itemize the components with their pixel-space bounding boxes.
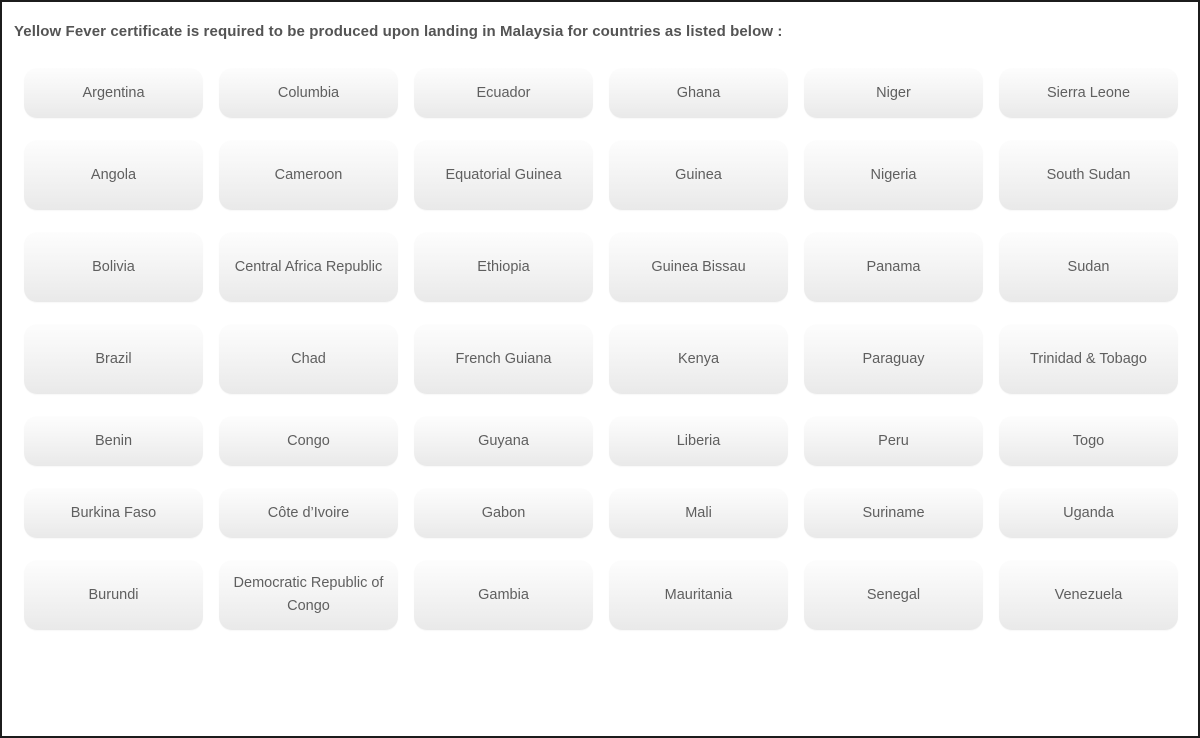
country-chip-label: Ethiopia — [477, 258, 530, 275]
country-chip-label: Côte d’Ivoire — [267, 504, 350, 521]
country-chip[interactable]: Uganda — [999, 488, 1178, 538]
country-chip[interactable]: French Guiana — [414, 324, 593, 394]
page-title: Yellow Fever certificate is required to … — [14, 23, 783, 40]
country-chip[interactable]: Panama — [804, 232, 983, 302]
country-chip-label: Chad — [291, 350, 326, 367]
country-chip[interactable]: Guyana — [414, 416, 593, 466]
country-chip[interactable]: Mali — [609, 488, 788, 538]
country-chip-grid: Argentina Columbia Ecuador Ghana Niger Sierra… — [2, 42, 1198, 652]
country-chip-label: Bolivia — [92, 258, 135, 275]
country-chip[interactable]: Bolivia — [24, 232, 203, 302]
country-chip[interactable]: Senegal — [804, 560, 983, 630]
country-chip-label: Guinea — [675, 166, 722, 183]
country-chip-label: Central Africa Republic — [234, 258, 383, 275]
country-chip-label: Peru — [878, 432, 909, 449]
country-chip[interactable]: Argentina — [24, 68, 203, 118]
country-chip-label: Ecuador — [476, 84, 531, 101]
country-chip-label: Uganda — [1063, 504, 1114, 521]
country-chip-label: Angola — [90, 166, 137, 183]
country-chip[interactable]: Guinea — [609, 140, 788, 210]
country-chip[interactable]: Sierra Leone — [999, 68, 1178, 118]
country-chip-label: Argentina — [82, 84, 145, 101]
country-chip-label: French Guiana — [455, 350, 552, 367]
country-chip-label: Senegal — [866, 586, 921, 603]
country-chip-label: Democratic Republic of Congo — [233, 575, 384, 614]
country-chip-label: Mauritania — [664, 586, 733, 603]
country-chip-label: Paraguay — [862, 350, 925, 367]
country-chip-label: Columbia — [277, 84, 340, 101]
country-chip-label: Guyana — [478, 432, 529, 449]
country-chip[interactable]: Gambia — [414, 560, 593, 630]
country-chip-label: Sierra Leone — [1046, 84, 1131, 101]
country-chip-label: Burundi — [88, 586, 139, 603]
country-chip[interactable]: South Sudan — [999, 140, 1178, 210]
country-chip-label: Ghana — [676, 84, 721, 101]
country-chip-label: Cameroon — [274, 166, 343, 183]
country-chip[interactable]: Togo — [999, 416, 1178, 466]
country-chip[interactable]: Angola — [24, 140, 203, 210]
country-chip[interactable]: Venezuela — [999, 560, 1178, 630]
page-frame: Yellow Fever certificate is required to … — [0, 0, 1200, 738]
country-chip-label: Benin — [94, 432, 133, 449]
country-chip[interactable]: Nigeria — [804, 140, 983, 210]
country-chip[interactable]: Liberia — [609, 416, 788, 466]
country-chip[interactable]: Equatorial Guinea — [414, 140, 593, 210]
country-chip[interactable]: Ecuador — [414, 68, 593, 118]
country-chip-label: Burkina Faso — [70, 504, 157, 521]
country-chip-label: Panama — [866, 258, 921, 275]
country-chip-label: Guinea Bissau — [651, 258, 746, 275]
country-chip[interactable]: Guinea Bissau — [609, 232, 788, 302]
country-chip-label: Togo — [1072, 432, 1105, 449]
country-chip[interactable]: Central Africa Republic — [219, 232, 398, 302]
country-chip-label: Trinidad & Tobago — [1030, 350, 1147, 367]
country-chip[interactable]: Trinidad & Tobago — [999, 324, 1178, 394]
country-chip-label: Gambia — [478, 586, 529, 603]
country-chip[interactable]: Mauritania — [609, 560, 788, 630]
country-chip-label: Congo — [287, 432, 330, 449]
country-chip[interactable]: Gabon — [414, 488, 593, 538]
country-chip-label: Venezuela — [1054, 586, 1123, 603]
country-chip[interactable]: Burundi — [24, 560, 203, 630]
country-chip[interactable]: Kenya — [609, 324, 788, 394]
country-chip[interactable]: Columbia — [219, 68, 398, 118]
country-chip[interactable]: Peru — [804, 416, 983, 466]
country-chip[interactable]: Brazil — [24, 324, 203, 394]
country-chip-label: Liberia — [676, 432, 721, 449]
country-chip[interactable]: Benin — [24, 416, 203, 466]
country-chip-label: Gabon — [481, 504, 526, 521]
country-chip[interactable]: Burkina Faso — [24, 488, 203, 538]
country-chip[interactable]: Ghana — [609, 68, 788, 118]
country-chip-label: Kenya — [677, 350, 720, 367]
country-chip[interactable]: Sudan — [999, 232, 1178, 302]
country-chip-label: Suriname — [862, 504, 925, 521]
country-chip-label: Sudan — [1067, 258, 1110, 275]
country-chip[interactable]: Niger — [804, 68, 983, 118]
country-chip[interactable]: Ethiopia — [414, 232, 593, 302]
country-chip-label: Equatorial Guinea — [445, 166, 562, 183]
country-chip-label: South Sudan — [1046, 166, 1131, 183]
country-chip[interactable]: Chad — [219, 324, 398, 394]
country-chip[interactable]: Côte d’Ivoire — [219, 488, 398, 538]
country-chip-label: Nigeria — [870, 166, 917, 183]
country-chip-label: Niger — [876, 84, 911, 101]
country-chip-label: Mali — [685, 504, 712, 521]
country-chip[interactable]: Suriname — [804, 488, 983, 538]
country-chip-label: Brazil — [95, 350, 132, 367]
country-chip[interactable]: Democratic Republic of Congo — [219, 560, 398, 630]
country-chip[interactable]: Paraguay — [804, 324, 983, 394]
country-chip[interactable]: Congo — [219, 416, 398, 466]
country-chip[interactable]: Cameroon — [219, 140, 398, 210]
